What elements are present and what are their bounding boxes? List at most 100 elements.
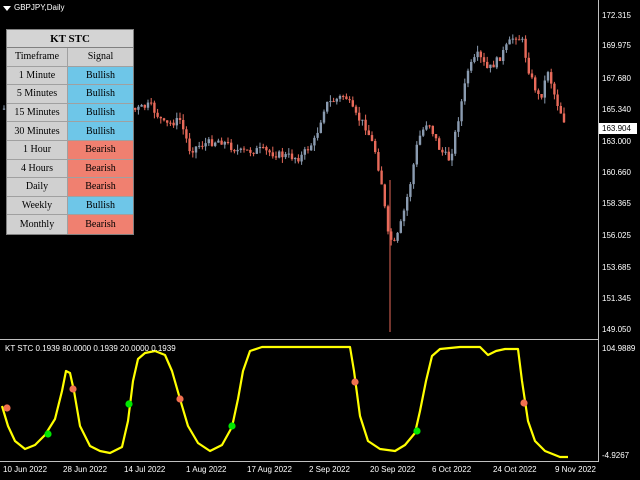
symbol-label[interactable]: GBPJPY,Daily xyxy=(3,2,65,14)
candle-body xyxy=(249,149,252,153)
candle-body xyxy=(521,38,524,40)
stc-table-row: 4 Hours Bearish xyxy=(7,159,133,179)
buy-signal-dot xyxy=(44,430,52,438)
candle-body xyxy=(284,154,287,158)
indicator-axis-top: 104.9889 xyxy=(602,344,636,353)
panel-separator[interactable] xyxy=(0,339,598,340)
price-label: 167.680 xyxy=(602,74,631,83)
timeframe-cell: 15 Minutes xyxy=(7,103,68,122)
candle-body xyxy=(514,38,518,40)
candle-body xyxy=(297,157,300,162)
sell-signal-dot xyxy=(69,385,77,393)
candle-body xyxy=(374,140,377,153)
candle-body xyxy=(166,120,169,123)
buy-signal-dot xyxy=(413,427,421,435)
stc-table-row: 1 Minute Bullish xyxy=(7,66,133,86)
candle-body xyxy=(329,101,332,103)
candle-body xyxy=(207,139,210,144)
candle-body xyxy=(268,150,271,153)
candle-body xyxy=(370,135,374,141)
candle-body xyxy=(383,184,386,207)
candle-body xyxy=(447,151,450,161)
candle-body xyxy=(287,153,290,155)
stc-table-row: Weekly Bullish xyxy=(7,196,133,216)
signal-cell: Bullish xyxy=(68,122,133,140)
candle-body xyxy=(508,39,511,45)
candle-body xyxy=(306,149,310,151)
candle-body xyxy=(454,131,457,154)
candle-body xyxy=(198,145,201,147)
candle-body xyxy=(252,152,255,154)
candle-body xyxy=(479,51,482,58)
candle-body xyxy=(255,148,258,154)
candle-body xyxy=(201,145,204,147)
candle-body xyxy=(380,170,383,185)
buy-signal-dot xyxy=(228,422,236,430)
candle-body xyxy=(242,148,246,150)
candle-body xyxy=(489,64,492,68)
date-label: 1 Aug 2022 xyxy=(186,465,227,474)
candle-body xyxy=(492,64,495,68)
timeframe-cell: 5 Minutes xyxy=(7,85,68,103)
candle-body xyxy=(210,139,214,146)
candle-body xyxy=(354,106,358,113)
candle-body xyxy=(335,98,338,102)
candle-body xyxy=(495,57,498,68)
candle-body xyxy=(463,83,466,102)
candle-body xyxy=(428,125,431,127)
price-label: 165.340 xyxy=(602,105,631,114)
candle-body xyxy=(396,232,399,241)
candle-body xyxy=(361,119,364,121)
candle-body xyxy=(358,112,361,121)
candle-body xyxy=(534,77,537,91)
candle-body xyxy=(146,102,150,108)
candle-body xyxy=(415,144,418,165)
date-label: 9 Nov 2022 xyxy=(555,465,596,474)
candle-body xyxy=(150,102,153,104)
candle-body xyxy=(425,125,428,130)
stc-signal-table: KT STC Timeframe Signal 1 Minute Bullish… xyxy=(6,29,134,235)
candle-body xyxy=(230,142,233,150)
candle-body xyxy=(444,151,447,153)
signal-cell: Bullish xyxy=(68,85,133,103)
date-label: 10 Jun 2022 xyxy=(3,465,48,474)
candle-body xyxy=(505,44,508,51)
candle-body xyxy=(431,125,434,135)
candle-body xyxy=(134,107,137,110)
candle-body xyxy=(530,73,534,78)
price-label: 160.660 xyxy=(602,168,631,177)
signal-cell: Bullish xyxy=(68,66,133,85)
dropdown-triangle-icon[interactable] xyxy=(3,5,11,11)
stc-table-row: Monthly Bearish xyxy=(7,215,133,234)
chart-window[interactable]: GBPJPY,Daily 172.315 169.975 167.680 165… xyxy=(0,0,640,480)
stc-table-row: 15 Minutes Bullish xyxy=(7,103,133,123)
candle-body xyxy=(364,119,367,131)
signal-cell: Bullish xyxy=(68,196,133,215)
candle-body xyxy=(214,142,217,146)
candle-body xyxy=(319,122,322,133)
price-label: 149.050 xyxy=(602,325,631,334)
symbol-text: GBPJPY,Daily xyxy=(14,3,65,12)
signal-cell: Bearish xyxy=(68,159,133,178)
candle-body xyxy=(175,118,178,126)
candle-body xyxy=(153,102,156,113)
candle-body xyxy=(159,116,162,119)
candle-body xyxy=(236,149,239,152)
candle-body xyxy=(220,140,223,145)
header-signal: Signal xyxy=(68,48,133,66)
stc-table-row: 1 Hour Bearish xyxy=(7,140,133,160)
timeframe-cell: 1 Minute xyxy=(7,66,68,85)
candle-body xyxy=(290,153,294,160)
candle-body xyxy=(537,90,540,94)
candle-body xyxy=(402,210,406,222)
candle-body xyxy=(418,135,422,145)
price-label: 163.000 xyxy=(602,137,631,146)
candle-body xyxy=(278,151,281,158)
date-label: 2 Sep 2022 xyxy=(309,465,350,474)
sell-signal-dot xyxy=(176,395,184,403)
indicator-axis-bottom: -4.9267 xyxy=(602,451,630,460)
indicator-panel[interactable] xyxy=(0,341,640,462)
candle-body xyxy=(473,57,476,62)
candle-body xyxy=(351,100,354,107)
candle-body xyxy=(486,61,489,68)
